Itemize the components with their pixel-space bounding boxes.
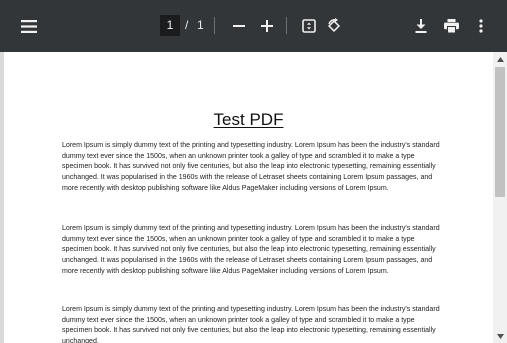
vertical-scrollbar[interactable]	[493, 52, 507, 343]
download-icon	[415, 19, 427, 33]
scrollbar-thumb[interactable]	[495, 67, 505, 197]
pdf-page: Test PDF Lorem Ipsum is simply dummy tex…	[4, 52, 493, 343]
page-number-input[interactable]	[160, 15, 180, 36]
pdf-toolbar: / 1	[0, 0, 507, 52]
arrow-down-icon	[496, 333, 504, 339]
rotate-icon	[326, 18, 342, 34]
menu-button[interactable]	[10, 0, 48, 52]
document-paragraph: Lorem Ipsum is simply dummy text of the …	[62, 225, 440, 275]
page-separator: /	[185, 18, 189, 32]
document-paragraph: Lorem Ipsum is simply dummy text of the …	[62, 142, 440, 192]
print-button[interactable]	[440, 0, 462, 52]
more-options-button[interactable]	[472, 0, 490, 52]
zoom-out-icon	[233, 20, 245, 32]
zoom-in-button[interactable]	[256, 0, 278, 52]
document-paragraph: Lorem Ipsum is simply dummy text of the …	[62, 306, 440, 343]
rotate-button[interactable]	[322, 0, 346, 52]
menu-icon	[21, 19, 37, 33]
scroll-down-button[interactable]	[493, 329, 507, 343]
document-viewer[interactable]: Test PDF Lorem Ipsum is simply dummy tex…	[0, 52, 507, 343]
arrow-up-icon	[496, 56, 504, 62]
pdf-viewer-window: / 1	[0, 0, 507, 343]
toolbar-divider	[286, 17, 287, 34]
download-button[interactable]	[410, 0, 432, 52]
more-vert-icon	[479, 19, 483, 33]
document-title: Test PDF	[213, 110, 284, 129]
page-total: 1	[197, 18, 204, 32]
fit-page-button[interactable]	[298, 0, 320, 52]
fit-page-icon	[302, 19, 316, 33]
toolbar-divider	[214, 17, 215, 34]
zoom-out-button[interactable]	[228, 0, 250, 52]
zoom-in-icon	[261, 20, 273, 32]
print-icon	[443, 19, 459, 33]
scroll-up-button[interactable]	[493, 52, 507, 66]
